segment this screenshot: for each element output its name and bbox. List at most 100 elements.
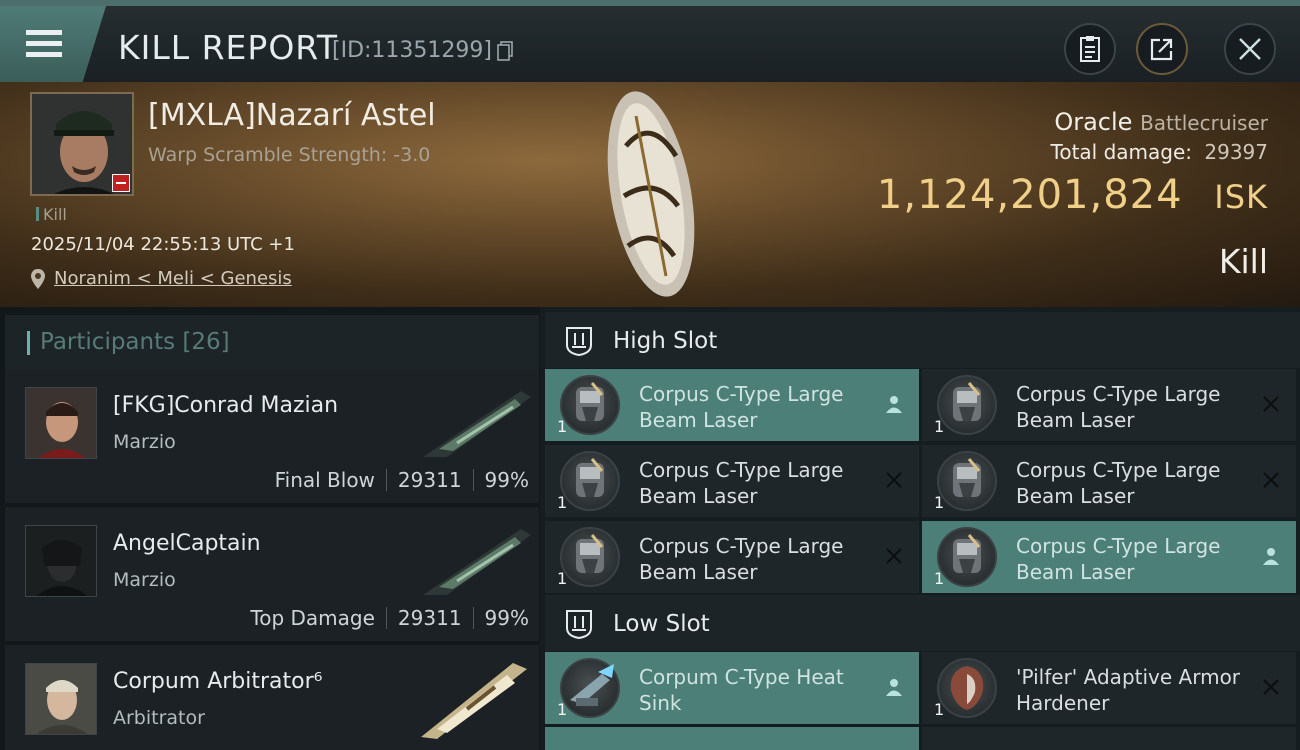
report-id: [ID:11351299] — [332, 38, 492, 63]
module-card[interactable]: 1 Corpus C-Type Large Beam Laser — [545, 521, 919, 593]
participant-ship-image — [423, 529, 531, 595]
isk-amount: 1,124,201,824 — [876, 172, 1183, 218]
participant-ship: Marzio — [113, 431, 176, 453]
person-icon — [883, 393, 905, 415]
module-quantity: 1 — [557, 493, 568, 512]
module-card[interactable]: 1 Corpus C-Type Large Beam Laser — [545, 445, 919, 517]
participants-header[interactable]: Participants [26] — [5, 315, 539, 369]
participants-panel: Participants [26] [FKG]Conrad Mazian Mar… — [0, 307, 540, 750]
participant-tag: Final Blow — [274, 468, 375, 492]
low-slot-label: Low Slot — [613, 611, 710, 637]
low-slot-header: Low Slot — [545, 595, 1300, 651]
menu-button[interactable] — [0, 6, 106, 82]
victim-ship-class: Battlecruiser — [1140, 111, 1268, 135]
module-quantity: 1 — [557, 700, 568, 719]
total-damage: Total damage: 29397 — [1051, 140, 1268, 164]
participant-damage: 29311 — [397, 468, 462, 492]
module-name: 'Pilfer' Adaptive Armor Hardener — [1016, 665, 1241, 715]
module-name: Corpus C-Type Large Beam Laser — [1016, 458, 1221, 508]
high-slot-icon — [566, 327, 592, 357]
x-icon — [1260, 676, 1282, 698]
participant-avatar[interactable] — [25, 525, 97, 597]
module-quantity: 1 — [557, 569, 568, 588]
clipboard-icon — [1080, 36, 1100, 62]
location-pin-icon — [31, 269, 45, 289]
module-card[interactable]: 1 Corpum C-Type Heat Sink — [545, 652, 919, 724]
total-damage-label: Total damage: — [1050, 140, 1193, 164]
module-icon — [937, 451, 997, 511]
participant-percent: 99% — [484, 468, 529, 492]
x-icon — [883, 469, 905, 491]
module-card[interactable]: 1 Corpus C-Type Large Beam Laser — [922, 445, 1296, 517]
kill-location-link[interactable]: Noranim < Meli < Genesis — [54, 268, 292, 289]
menu-icon — [26, 30, 62, 58]
participant-avatar[interactable] — [25, 663, 97, 735]
victim-ship-line: Oracle Battlecruiser — [1054, 108, 1268, 136]
victim-ship-image[interactable] — [596, 86, 706, 301]
clipboard-button[interactable] — [1064, 23, 1116, 75]
close-button[interactable] — [1224, 23, 1276, 75]
module-quantity: 1 — [934, 493, 945, 512]
victim-banner: [MXLA]Nazarí Astel Warp Scramble Strengt… — [0, 82, 1300, 307]
copy-icon[interactable] — [497, 41, 513, 61]
module-name: Corpus C-Type Large Beam Laser — [639, 458, 844, 508]
module-icon — [560, 375, 620, 435]
module-card[interactable]: 1 Corpus C-Type Large Beam Laser — [922, 369, 1296, 441]
module-icon — [937, 527, 997, 587]
participant-ship: Arbitrator — [113, 707, 205, 729]
module-name: Corpus C-Type Large Beam Laser — [1016, 382, 1221, 432]
victim-avatar[interactable] — [30, 92, 134, 196]
module-name: Corpum C-Type Heat Sink — [639, 665, 844, 715]
participant-row[interactable]: Corpum Arbitrator⁶ Arbitrator — [5, 645, 539, 750]
participant-name: AngelCaptain — [113, 531, 261, 556]
share-icon — [1150, 38, 1173, 61]
module-icon — [560, 658, 620, 718]
low-slot-icon — [566, 610, 592, 640]
kill-datetime: 2025/11/04 22:55:13 UTC +1 — [31, 234, 295, 255]
module-icon — [937, 375, 997, 435]
module-icon — [560, 451, 620, 511]
top-bar: KILL REPORT [ID:11351299] — [0, 0, 1300, 82]
participant-row[interactable]: [FKG]Conrad Mazian Marzio Final Blow 293… — [5, 369, 539, 503]
victim-ship-name: Oracle — [1054, 108, 1133, 136]
participant-ship-image — [421, 663, 527, 739]
participant-name: [FKG]Conrad Mazian — [113, 393, 339, 418]
fitting-panel: High Slot 1 Corpus C-Type Large Beam Lase… — [540, 307, 1300, 750]
page-title: KILL REPORT — [118, 28, 338, 67]
person-icon — [883, 676, 905, 698]
high-slot-label: High Slot — [613, 328, 718, 354]
high-slot-header: High Slot — [545, 312, 1300, 368]
warp-scramble-strength: Warp Scramble Strength: -3.0 — [148, 144, 431, 166]
participant-avatar[interactable] — [25, 387, 97, 459]
participant-percent: 99% — [484, 606, 529, 630]
participant-ship-image — [423, 391, 531, 457]
module-icon — [937, 658, 997, 718]
participant-ship: Marzio — [113, 569, 176, 591]
module-card[interactable]: 1 Corpus C-Type Large Beam Laser — [922, 521, 1296, 593]
module-quantity: 1 — [934, 700, 945, 719]
module-card[interactable]: 1 'Pilfer' Adaptive Armor Hardener — [922, 652, 1296, 724]
module-name: Corpus C-Type Large Beam Laser — [639, 382, 844, 432]
module-card[interactable]: 1 Corpus C-Type Large Beam Laser — [545, 369, 919, 441]
module-icon — [560, 527, 620, 587]
participant-stats: Top Damage 29311 99% — [250, 606, 529, 630]
isk-value: 1,124,201,824 ISK — [877, 172, 1268, 218]
isk-unit: ISK — [1214, 178, 1268, 216]
participants-title: Participants [26] — [40, 329, 230, 355]
module-card-partial[interactable] — [545, 727, 919, 750]
module-quantity: 1 — [934, 417, 945, 436]
module-card-partial[interactable] — [922, 727, 1296, 750]
victim-name[interactable]: [MXLA]Nazarí Astel — [148, 98, 436, 133]
participant-name: Corpum Arbitrator⁶ — [113, 669, 323, 694]
x-icon — [1260, 469, 1282, 491]
total-damage-value: 29397 — [1204, 140, 1268, 164]
share-button[interactable] — [1136, 23, 1188, 75]
participant-tag: Top Damage — [250, 606, 375, 630]
kill-tag: Kill — [36, 205, 67, 224]
participant-row[interactable]: AngelCaptain Marzio Top Damage 29311 99% — [5, 507, 539, 641]
kill-result: Kill — [1218, 242, 1268, 281]
module-quantity: 1 — [934, 569, 945, 588]
person-icon — [1260, 545, 1282, 567]
x-icon — [883, 545, 905, 567]
hostile-badge — [112, 174, 130, 192]
